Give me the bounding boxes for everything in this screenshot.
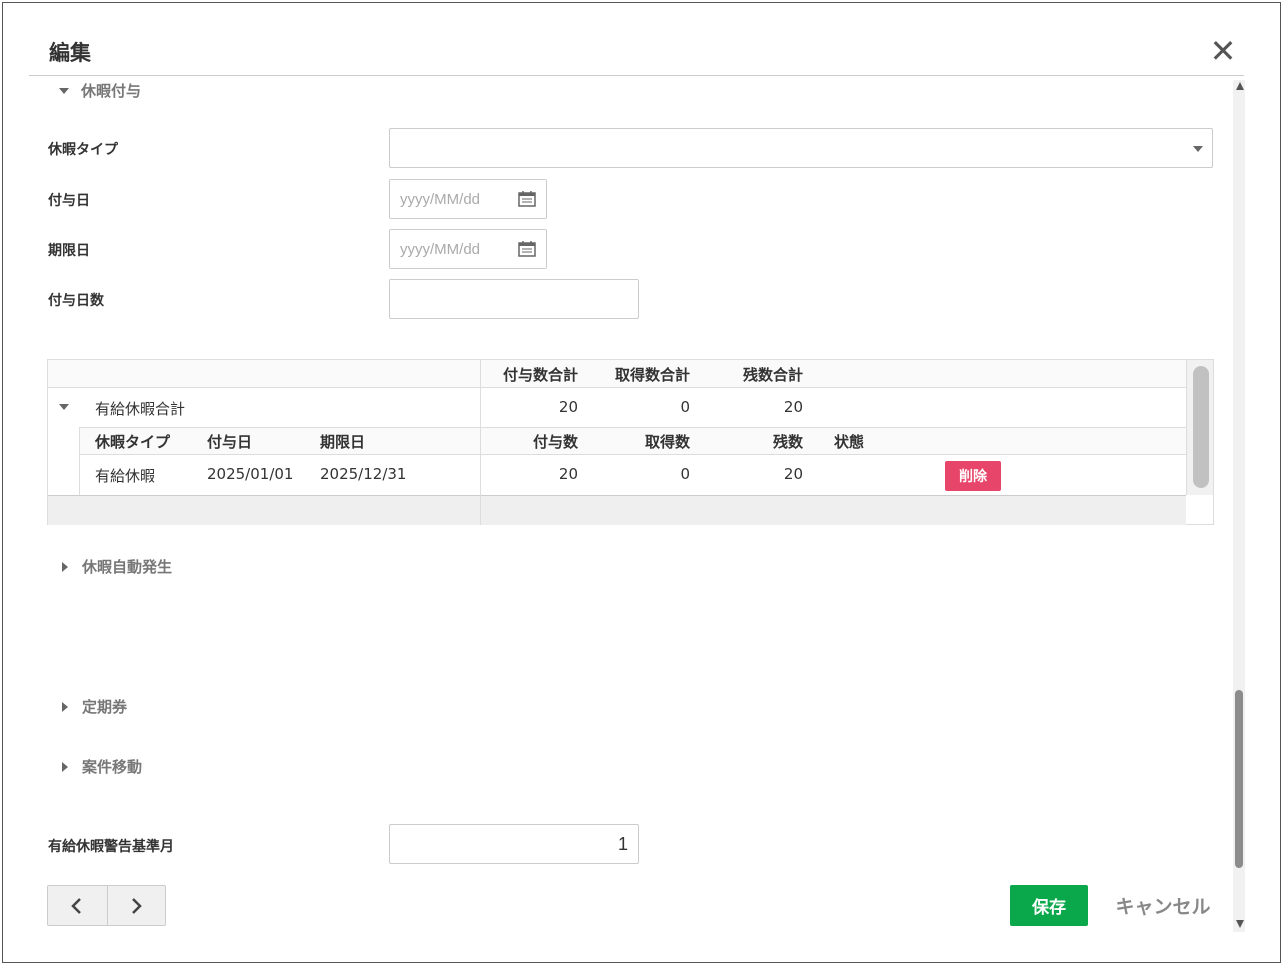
- section-leave-grant-label: 休暇付与: [81, 82, 142, 100]
- detail-header-remaining: 残数: [772, 433, 803, 451]
- section-auto-leave-label: 休暇自動発生: [82, 558, 173, 576]
- grant-days-input[interactable]: [390, 280, 638, 318]
- leave-type-label: 休暇タイプ: [48, 142, 118, 158]
- group-taken-total: 0: [680, 398, 690, 416]
- warning-month-label: 有給休暇警告基準月: [48, 839, 174, 855]
- section-case-transfer-label: 案件移動: [82, 758, 143, 776]
- header-remaining-total: 残数合計: [742, 366, 803, 384]
- header-taken-total: 取得数合計: [614, 366, 690, 384]
- group-collapse-icon[interactable]: [59, 404, 69, 410]
- warning-month-input[interactable]: [390, 825, 638, 863]
- detail-header-status: 状態: [834, 433, 865, 451]
- caret-right-icon: [62, 561, 68, 572]
- row-granted: 20: [558, 465, 578, 483]
- grant-date-input[interactable]: [390, 180, 510, 218]
- caret-right-icon: [62, 761, 68, 772]
- grant-date-label: 付与日: [48, 193, 90, 209]
- grid-horizontal-scrollbar[interactable]: [48, 496, 1186, 525]
- grant-days-label: 付与日数: [48, 293, 104, 309]
- section-case-transfer[interactable]: 案件移動: [59, 756, 142, 777]
- group-remaining-total: 20: [783, 398, 803, 416]
- caret-right-icon: [62, 701, 68, 712]
- grid-vertical-scrollbar[interactable]: [1186, 360, 1213, 495]
- section-leave-grant[interactable]: 休暇付与: [59, 80, 141, 101]
- detail-header-expiry-date: 期限日: [320, 433, 366, 451]
- chevron-left-icon: [71, 897, 82, 914]
- row-grant-date: 2025/01/01: [207, 465, 294, 483]
- delete-button[interactable]: 削除: [945, 461, 1001, 491]
- detail-header-leave-type: 休暇タイプ: [95, 433, 171, 451]
- section-commuter-pass-label: 定期券: [82, 698, 128, 716]
- cancel-button[interactable]: キャンセル: [1108, 885, 1218, 926]
- row-expiry-date: 2025/12/31: [320, 465, 407, 483]
- dialog-title: 編集: [49, 41, 91, 65]
- grant-days-field[interactable]: [389, 279, 639, 319]
- scroll-up-icon[interactable]: [1236, 82, 1244, 90]
- detail-header-granted: 付与数: [532, 433, 578, 451]
- chevron-down-icon: [1193, 146, 1203, 152]
- next-record-button[interactable]: [106, 886, 166, 925]
- grant-date-field[interactable]: [389, 179, 547, 219]
- title-divider: [29, 75, 1244, 76]
- warning-month-field[interactable]: [389, 824, 639, 864]
- row-taken: 0: [680, 465, 690, 483]
- prev-record-button[interactable]: [48, 886, 107, 925]
- expiry-date-label: 期限日: [48, 243, 90, 259]
- detail-header-taken: 取得数: [644, 433, 690, 451]
- table-row[interactable]: 有給休暇 2025/01/01 2025/12/31 20 0 20 削除: [48, 455, 1186, 495]
- grid-scroll-thumb[interactable]: [1193, 366, 1209, 488]
- detail-header-grant-date: 付与日: [207, 433, 253, 451]
- dialog-scroll-thumb[interactable]: [1235, 690, 1243, 868]
- leave-grant-grid: 付与数合計 取得数合計 残数合計 有給休暇合計 20 0 20 休暇タイプ 付与…: [47, 359, 1214, 525]
- calendar-icon[interactable]: [518, 191, 536, 207]
- group-granted-total: 20: [558, 398, 578, 416]
- row-leave-type: 有給休暇: [95, 467, 156, 485]
- expiry-date-input[interactable]: [390, 230, 510, 268]
- caret-down-icon: [59, 87, 69, 94]
- section-commuter-pass[interactable]: 定期券: [59, 696, 127, 717]
- group-name: 有給休暇合計: [95, 400, 186, 418]
- header-granted-total: 付与数合計: [502, 366, 578, 384]
- save-button[interactable]: 保存: [1010, 885, 1088, 926]
- expiry-date-field[interactable]: [389, 229, 547, 269]
- scroll-down-icon[interactable]: [1236, 920, 1244, 928]
- record-pager: [47, 885, 166, 926]
- chevron-right-icon: [132, 897, 143, 914]
- section-auto-leave[interactable]: 休暇自動発生: [59, 556, 172, 577]
- leave-type-select[interactable]: [389, 128, 1213, 168]
- row-remaining: 20: [783, 465, 803, 483]
- close-icon[interactable]: ✕: [1209, 35, 1237, 67]
- calendar-icon[interactable]: [518, 241, 536, 257]
